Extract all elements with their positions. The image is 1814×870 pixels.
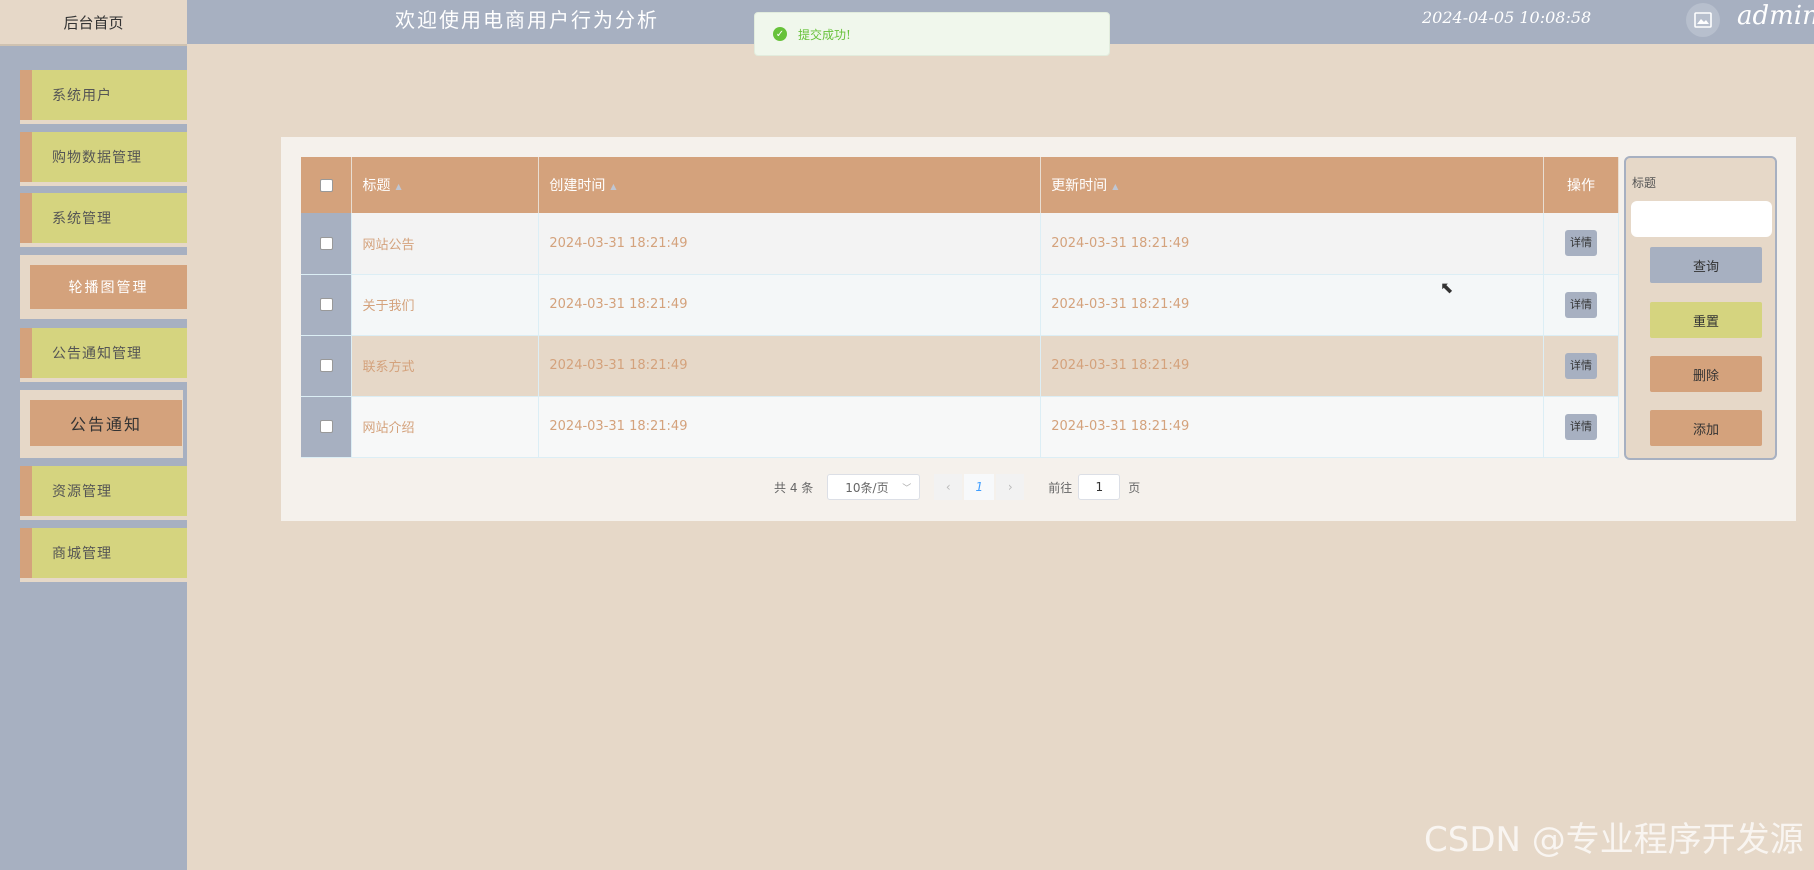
query-button[interactable]: 查询: [1650, 247, 1762, 283]
column-label: 创建时间: [549, 178, 606, 194]
search-panel: 标题 查询 重置 删除 添加: [1624, 156, 1777, 460]
cell-created: 2024-03-31 18:21:49: [538, 274, 1042, 336]
table-header-row: 标题 ▲ 创建时间 ▲ 更新时间 ▲ 操作: [301, 157, 1620, 213]
detail-button[interactable]: 详情: [1564, 230, 1597, 257]
select-all-cell: [301, 157, 353, 213]
page-number-current[interactable]: 1: [964, 474, 995, 500]
cell-action: 详情: [1543, 274, 1620, 336]
chevron-left-icon: ‹: [945, 480, 951, 494]
detail-button[interactable]: 详情: [1564, 352, 1597, 379]
page-size-select[interactable]: 10条/页 ﹀: [827, 474, 921, 500]
cell-title: 网站公告: [351, 213, 540, 275]
content-panel: 标题 ▲ 创建时间 ▲ 更新时间 ▲ 操作 网站公告 2024-03-31 18:21…: [281, 137, 1796, 521]
column-header-created[interactable]: 创建时间 ▲: [538, 157, 1042, 213]
cell-updated: 2024-03-31 18:21:49: [1040, 396, 1544, 458]
cell-action: 详情: [1543, 396, 1620, 458]
sidebar-item-label: 轮播图管理: [30, 265, 187, 309]
success-toast: ✓ 提交成功!: [754, 12, 1110, 56]
row-select-cell: [301, 274, 353, 336]
chevron-right-icon: ›: [1007, 480, 1013, 494]
app-title: 欢迎使用电商用户行为分析: [395, 8, 659, 32]
username[interactable]: admin: [1737, 1, 1814, 31]
sidebar-item-label: 公告通知: [30, 400, 182, 446]
cell-title: 关于我们: [351, 274, 540, 336]
page-suffix: 页: [1128, 480, 1141, 495]
cell-created: 2024-03-31 18:21:49: [538, 213, 1042, 275]
pagination-total: 共 4 条: [774, 480, 814, 495]
sidebar-item-notice-manage[interactable]: 公告通知管理: [20, 328, 187, 378]
table-row: 联系方式 2024-03-31 18:21:49 2024-03-31 18:2…: [301, 335, 1620, 397]
avatar[interactable]: [1686, 3, 1720, 37]
column-header-title[interactable]: 标题 ▲: [351, 157, 540, 213]
search-title-label: 标题: [1632, 176, 1657, 190]
search-title-input[interactable]: [1631, 201, 1772, 237]
check-icon: ✓: [773, 27, 787, 41]
sort-icon[interactable]: ▲: [610, 182, 616, 191]
sidebar-item-mall[interactable]: 商城管理: [20, 528, 187, 578]
chevron-down-icon: ﹀: [902, 484, 912, 494]
sidebar-item-system-users[interactable]: 系统用户: [20, 70, 187, 120]
table-row: 网站公告 2024-03-31 18:21:49 2024-03-31 18:2…: [301, 213, 1620, 275]
cell-created: 2024-03-31 18:21:49: [538, 335, 1042, 397]
prev-page-button[interactable]: ‹: [934, 474, 963, 500]
cell-action: 详情: [1543, 335, 1620, 397]
row-checkbox[interactable]: [319, 359, 333, 372]
cell-updated: 2024-03-31 18:21:49: [1040, 274, 1544, 336]
row-select-cell: [301, 335, 353, 397]
pagination: 共 4 条 10条/页 ﹀ ‹ 1 › 前往 1 页: [774, 474, 1140, 500]
column-header-updated[interactable]: 更新时间 ▲: [1040, 157, 1544, 213]
sort-icon[interactable]: ▲: [1112, 182, 1118, 191]
column-header-action: 操作: [1543, 157, 1620, 213]
reset-button[interactable]: 重置: [1650, 302, 1762, 338]
detail-button[interactable]: 详情: [1564, 413, 1597, 440]
sidebar-item-system-manage[interactable]: 系统管理: [20, 193, 187, 243]
next-page-button[interactable]: ›: [996, 474, 1025, 500]
table-row: 关于我们 2024-03-31 18:21:49 2024-03-31 18:2…: [301, 274, 1620, 336]
cell-created: 2024-03-31 18:21:49: [538, 396, 1042, 458]
sidebar-item-resources[interactable]: 资源管理: [20, 466, 187, 516]
column-label: 更新时间: [1051, 178, 1108, 194]
page-size-value: 10条/页: [845, 480, 889, 495]
row-checkbox[interactable]: [319, 298, 333, 311]
column-label: 标题: [362, 178, 391, 194]
notice-table: 标题 ▲ 创建时间 ▲ 更新时间 ▲ 操作 网站公告 2024-03-31 18:21…: [301, 157, 1620, 458]
cell-title: 网站介绍: [351, 396, 540, 458]
sidebar: 系统用户 购物数据管理 系统管理 轮播图管理 公告通知管理 公告通知 资源管理 …: [0, 46, 187, 870]
select-all-checkbox[interactable]: [319, 178, 333, 192]
goto-label: 前往: [1048, 480, 1073, 495]
goto-page-input[interactable]: 1: [1078, 474, 1121, 500]
delete-button[interactable]: 删除: [1650, 356, 1762, 392]
row-select-cell: [301, 213, 353, 275]
cell-updated: 2024-03-31 18:21:49: [1040, 335, 1544, 397]
sidebar-item-shopping-data[interactable]: 购物数据管理: [20, 132, 187, 182]
add-button[interactable]: 添加: [1650, 410, 1762, 446]
row-checkbox[interactable]: [319, 420, 333, 433]
table-row: 网站介绍 2024-03-31 18:21:49 2024-03-31 18:2…: [301, 396, 1620, 458]
cell-updated: 2024-03-31 18:21:49: [1040, 213, 1544, 275]
current-datetime: 2024-04-05 10:08:58: [1422, 8, 1592, 27]
sort-icon[interactable]: ▲: [395, 182, 401, 191]
image-icon: [1694, 12, 1712, 28]
sidebar-item-carousel[interactable]: 轮播图管理: [20, 255, 187, 319]
sidebar-item-notice[interactable]: 公告通知: [20, 390, 183, 458]
home-link[interactable]: 后台首页: [0, 0, 187, 46]
row-checkbox[interactable]: [319, 236, 333, 250]
mouse-cursor-icon: ⬉: [1440, 278, 1454, 297]
detail-button[interactable]: 详情: [1564, 291, 1597, 318]
cell-action: 详情: [1543, 213, 1620, 275]
watermark: CSDN @专业程序开发源: [1424, 820, 1804, 860]
cell-title: 联系方式: [351, 335, 540, 397]
row-select-cell: [301, 396, 353, 458]
toast-message: 提交成功!: [798, 27, 851, 42]
